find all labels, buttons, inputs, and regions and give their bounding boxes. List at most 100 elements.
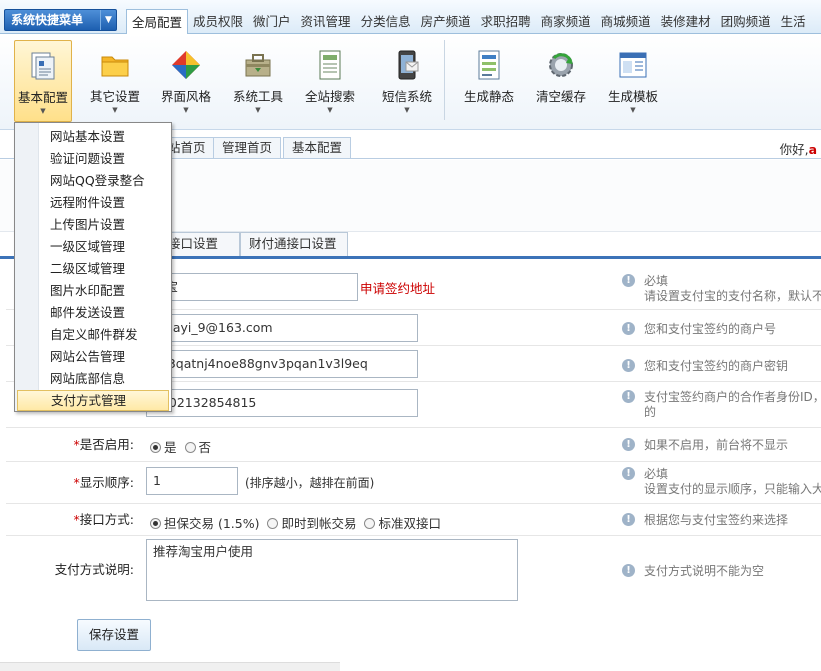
tab-member-permissions[interactable]: 成员权限: [188, 9, 248, 34]
phone-sms-icon: [398, 50, 419, 80]
main-nav-tabs: 全局配置 成员权限 微门户 资讯管理 分类信息 房产频道 求职招聘 商家频道 商…: [126, 9, 811, 34]
sms-system-button[interactable]: 短信系统 ▼: [372, 40, 442, 122]
tab-tenpay-interface[interactable]: 财付通接口设置: [240, 232, 348, 256]
order-hint: (排序越小，越排在前面): [245, 476, 375, 490]
generate-static-label: 生成静态: [463, 89, 514, 104]
generate-static-button[interactable]: 生成静态: [454, 40, 524, 122]
tab-alipay-interface[interactable]: 接口设置: [160, 232, 240, 256]
chevron-down-icon: ▼: [40, 107, 46, 115]
generate-template-button[interactable]: 生成模板 ▼: [598, 40, 668, 122]
template-icon: [619, 52, 647, 78]
interface-radio-group: 担保交易 (1.5%) 即时到帐交易 标准双接口: [150, 513, 445, 532]
tab-life[interactable]: 生活: [776, 9, 811, 34]
tab-decoration[interactable]: 装修建材: [656, 9, 716, 34]
other-settings-label: 其它设置: [89, 89, 140, 104]
menu-item-level1-regions[interactable]: 一级区域管理: [17, 236, 169, 257]
payment-name-input[interactable]: 付宝: [146, 273, 358, 301]
crumb-basic-config[interactable]: 基本配置: [283, 137, 352, 159]
sms-system-label: 短信系统: [381, 89, 432, 104]
form-row-enable: *是否启用: 是 否 ! 如果不启用，前台将不显示: [6, 428, 821, 462]
save-button[interactable]: 保存设置: [77, 619, 151, 651]
tab-real-estate[interactable]: 房产频道: [416, 9, 476, 34]
folder-icon: [101, 56, 129, 77]
site-search-button[interactable]: 全站搜索 ▼: [295, 40, 365, 122]
info-icon: !: [622, 274, 635, 287]
other-settings-button[interactable]: 其它设置 ▼: [80, 40, 150, 122]
key-help-text: 您和支付宝签约的商户密钥: [644, 359, 789, 373]
search-doc-icon: [319, 50, 341, 80]
info-icon: !: [622, 390, 635, 403]
menu-item-footer-info[interactable]: 网站底部信息: [17, 368, 169, 389]
clear-cache-label: 清空缓存: [535, 89, 586, 104]
chevron-down-icon: ▼: [404, 106, 410, 114]
account-help-text: 您和支付宝签约的商户号: [644, 322, 777, 336]
system-tools-button[interactable]: 系统工具 ▼: [223, 40, 293, 122]
generate-static-icon: [478, 50, 500, 80]
menu-item-remote-attachments[interactable]: 远程附件设置: [17, 192, 169, 213]
display-order-input[interactable]: 1: [146, 467, 238, 495]
instant-trade-option[interactable]: 即时到帐交易: [267, 516, 356, 531]
enable-yes-option[interactable]: 是: [150, 440, 177, 455]
palette-icon: [172, 51, 200, 79]
quick-menu-button[interactable]: 系统快捷菜单 ▼: [4, 9, 117, 31]
username[interactable]: a: [809, 142, 817, 157]
dual-interface-option[interactable]: 标准双接口: [364, 516, 441, 531]
description-label: 支付方式说明:: [54, 562, 134, 577]
name-help-text: 必填 请设置支付宝的支付名称，默认不: [644, 274, 821, 304]
chevron-down-icon: ▼: [100, 10, 116, 30]
tab-jobs[interactable]: 求职招聘: [476, 9, 536, 34]
greeting: 你好,a: [780, 139, 817, 158]
chevron-down-icon: ▼: [183, 106, 189, 114]
menu-item-watermark[interactable]: 图片水印配置: [17, 280, 169, 301]
form-row-order: *显示顺序: 1 (排序越小，越排在前面) ! 必填 设置支付的显示顺序，只能输入…: [6, 462, 821, 504]
tab-mall[interactable]: 商城频道: [596, 9, 656, 34]
tab-micro-portal[interactable]: 微门户: [248, 9, 296, 34]
radio-icon[interactable]: [267, 518, 279, 529]
merchant-key-input[interactable]: c43qatnj4noe88gnv3pqan1v3l9eq: [146, 350, 418, 378]
menu-item-upload-image-settings[interactable]: 上传图片设置: [17, 214, 169, 235]
partner-id-input[interactable]: 8502132854815: [146, 389, 418, 417]
description-textarea[interactable]: 推荐淘宝用户使用: [146, 539, 518, 601]
menu-item-site-basic-settings[interactable]: 网站基本设置: [17, 126, 169, 147]
dual-interface-label: 标准双接口: [378, 516, 441, 531]
menu-item-mail-settings[interactable]: 邮件发送设置: [17, 302, 169, 323]
basic-config-dropdown: 网站基本设置 验证问题设置 网站QQ登录整合 远程附件设置 上传图片设置 一级区…: [14, 122, 172, 412]
info-icon: !: [622, 513, 635, 526]
ui-style-button[interactable]: 界面风格 ▼: [151, 40, 221, 122]
enable-yes-label: 是: [164, 440, 177, 455]
site-search-label: 全站搜索: [304, 89, 355, 104]
menu-item-qq-login[interactable]: 网站QQ登录整合: [17, 170, 169, 191]
tab-merchants[interactable]: 商家频道: [536, 9, 596, 34]
enable-radio-group: 是 否: [150, 437, 215, 456]
menu-item-announcements[interactable]: 网站公告管理: [17, 346, 169, 367]
form-row-description: 支付方式说明: 推荐淘宝用户使用 ! 支付方式说明不能为空: [6, 536, 821, 604]
tab-classifieds[interactable]: 分类信息: [356, 9, 416, 34]
crumb-admin-home[interactable]: 管理首页: [213, 137, 282, 159]
radio-icon[interactable]: [184, 442, 196, 453]
guaranteed-trade-option[interactable]: 担保交易 (1.5%): [150, 516, 259, 531]
radio-selected-icon[interactable]: [150, 518, 161, 529]
info-icon: !: [622, 467, 635, 480]
tab-group-buy[interactable]: 团购频道: [716, 9, 776, 34]
enable-no-option[interactable]: 否: [184, 440, 211, 455]
instant-trade-label: 即时到帐交易: [281, 516, 357, 531]
menu-item-level2-regions[interactable]: 二级区域管理: [17, 258, 169, 279]
order-label-text: 显示顺序:: [79, 475, 134, 490]
refresh-gear-icon: [549, 53, 573, 77]
radio-icon[interactable]: [364, 518, 376, 529]
basic-config-button[interactable]: 基本配置 ▼: [14, 40, 72, 122]
ui-style-label: 界面风格: [160, 89, 211, 104]
chevron-down-icon: ▼: [112, 106, 118, 114]
clear-cache-button[interactable]: 清空缓存: [526, 40, 596, 122]
toolbar: 基本配置 ▼ 其它设置 ▼ 界面风格 ▼ 系统工具 ▼ 全站搜索 ▼ 短信系统 …: [0, 34, 821, 130]
menu-item-verification-questions[interactable]: 验证问题设置: [17, 148, 169, 169]
merchant-account-input[interactable]: omayi_9@163.com: [146, 314, 418, 342]
menu-item-payment-methods[interactable]: 支付方式管理: [17, 390, 169, 411]
menu-item-bulk-mail[interactable]: 自定义邮件群发: [17, 324, 169, 345]
tab-news-management[interactable]: 资讯管理: [296, 9, 356, 34]
tab-global-config[interactable]: 全局配置: [126, 9, 189, 34]
apply-sign-link[interactable]: 申请签约地址: [360, 278, 435, 297]
quick-menu-label: 系统快捷菜单: [11, 13, 84, 27]
radio-selected-icon[interactable]: [150, 442, 161, 453]
horizontal-scrollbar[interactable]: [0, 662, 340, 671]
